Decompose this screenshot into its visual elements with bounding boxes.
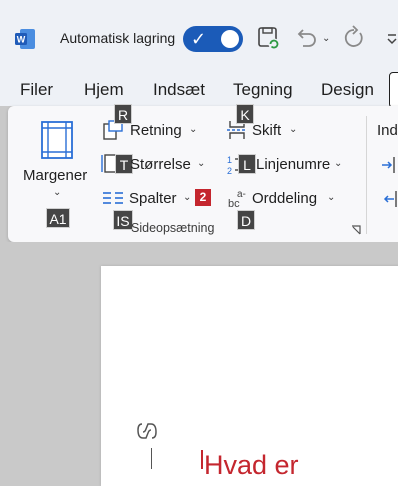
document-heading-text[interactable]: Hvad er (204, 450, 299, 481)
tab-tegning[interactable]: Tegning (233, 80, 293, 100)
copilot-icon[interactable] (136, 421, 158, 441)
tab-layout-selected[interactable] (389, 72, 398, 108)
keytip-columns: IS (113, 210, 133, 230)
tab-indsaet[interactable]: Indsæt (153, 80, 205, 100)
size-button[interactable]: Størrelse (130, 156, 191, 173)
svg-text:W: W (17, 35, 26, 45)
check-icon: ✓ (191, 29, 207, 49)
keytip-hyphenation: D (237, 210, 255, 230)
save-icon[interactable] (256, 25, 282, 51)
columns-chevron-icon[interactable]: ⌄ (183, 192, 191, 203)
autosave-label: Automatisk lagring (60, 30, 176, 46)
svg-text:1: 1 (227, 155, 232, 165)
columns-button[interactable]: Spalter (129, 190, 177, 207)
ribbon-tabs: Filer Hjem Indsæt Tegning Design (0, 76, 398, 106)
keytip-margins: A1 (46, 208, 70, 228)
svg-text:a-: a- (237, 189, 246, 200)
indent-right-icon[interactable] (381, 189, 398, 209)
margins-icon[interactable] (40, 120, 74, 160)
breaks-button[interactable]: Skift (252, 122, 281, 139)
next-group-label: Ind (377, 122, 398, 139)
breaks-chevron-icon[interactable]: ⌄ (289, 124, 297, 135)
size-chevron-icon[interactable]: ⌄ (197, 158, 205, 169)
customize-quick-access-icon[interactable] (386, 33, 398, 45)
tab-design[interactable]: Design (321, 80, 374, 100)
dialog-launcher-icon[interactable] (350, 224, 362, 236)
tab-filer[interactable]: Filer (20, 80, 53, 100)
keytip-line-numbers: L (238, 154, 256, 174)
hyphenation-button[interactable]: Orddeling (252, 190, 317, 207)
line-numbers-chevron-icon[interactable]: ⌄ (334, 158, 342, 169)
paragraph-margin-line (151, 448, 152, 469)
group-label-page-setup: Sideopsætning (131, 221, 215, 235)
title-bar: W Automatisk lagring ✓ ⌄ (0, 0, 398, 76)
undo-icon[interactable] (294, 25, 318, 51)
margins-chevron-icon[interactable]: ⌄ (53, 187, 61, 198)
hyphenation-chevron-icon[interactable]: ⌄ (327, 192, 335, 203)
undo-dropdown-chevron-icon[interactable]: ⌄ (322, 33, 330, 44)
tab-hjem[interactable]: Hjem (84, 80, 124, 100)
keytip-breaks: K (236, 104, 254, 124)
margins-button[interactable]: Margener (23, 167, 87, 184)
keytip-orientation: R (114, 104, 132, 124)
orientation-button[interactable]: Retning (130, 122, 182, 139)
word-app-icon: W (15, 29, 35, 49)
group-divider (366, 116, 367, 234)
toggle-knob (221, 30, 239, 48)
orientation-chevron-icon[interactable]: ⌄ (189, 124, 197, 135)
autosave-toggle[interactable]: ✓ (183, 26, 243, 52)
indent-left-icon[interactable] (381, 155, 398, 175)
text-cursor (201, 450, 203, 469)
redo-icon[interactable] (341, 25, 367, 51)
hyphenation-icon: bc a- (228, 189, 246, 210)
notification-badge: 2 (195, 189, 211, 206)
svg-text:2: 2 (227, 166, 232, 176)
columns-icon (103, 192, 123, 204)
line-numbers-button[interactable]: Linjenumre (256, 156, 330, 173)
